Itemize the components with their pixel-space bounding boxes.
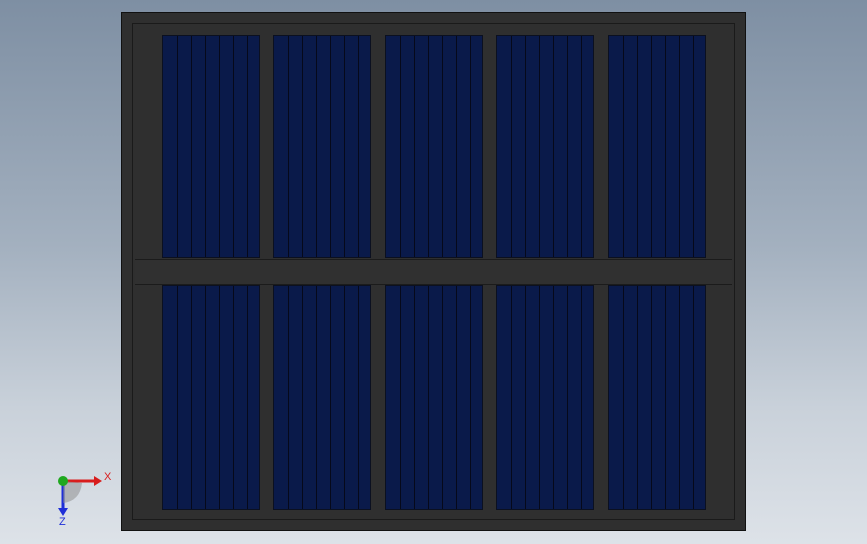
cell-strip-line xyxy=(358,36,359,257)
cell-strip-line xyxy=(637,286,638,509)
graphics-viewport[interactable]: X Z xyxy=(0,0,867,544)
coordinate-triad: X Z xyxy=(58,471,112,528)
cell-strip-line xyxy=(470,36,471,257)
cell-strip-line xyxy=(456,36,457,257)
cell-strip-line xyxy=(288,286,289,509)
cell-strip-line xyxy=(456,286,457,509)
cell-strip-line xyxy=(553,286,554,509)
cell-strip-line xyxy=(665,36,666,257)
cell-strip-line xyxy=(358,286,359,509)
cell-strip-line xyxy=(679,286,680,509)
x-axis-label: X xyxy=(104,471,112,483)
solar-cell[interactable] xyxy=(162,35,260,258)
cell-strip-line xyxy=(205,286,206,509)
cell-strip-line xyxy=(247,36,248,257)
cell-strip-line xyxy=(651,36,652,257)
cell-strip-line xyxy=(693,286,694,509)
cell-strip-line xyxy=(400,286,401,509)
solar-cell[interactable] xyxy=(273,285,371,510)
cell-strip-line xyxy=(330,36,331,257)
panel-center-bar[interactable] xyxy=(135,259,732,285)
cell-strip-line xyxy=(442,36,443,257)
solar-cell[interactable] xyxy=(496,285,594,510)
cell-strip-line xyxy=(567,36,568,257)
cell-strip-line xyxy=(233,36,234,257)
cell-strip-line xyxy=(414,36,415,257)
cell-strip-line xyxy=(177,36,178,257)
solar-cell[interactable] xyxy=(496,35,594,258)
cell-strip-line xyxy=(219,36,220,257)
cell-strip-line xyxy=(581,286,582,509)
solar-cell[interactable] xyxy=(162,285,260,510)
solar-panel-model[interactable] xyxy=(121,12,746,531)
cell-strip-line xyxy=(191,36,192,257)
cell-strip-line xyxy=(191,286,192,509)
cell-strip-line xyxy=(344,286,345,509)
cell-strip-line xyxy=(288,36,289,257)
cell-strip-line xyxy=(316,36,317,257)
cell-strip-line xyxy=(623,36,624,257)
cell-strip-line xyxy=(344,36,345,257)
y-axis-dot-icon xyxy=(58,476,68,486)
cell-strip-line xyxy=(219,286,220,509)
cell-strip-line xyxy=(302,36,303,257)
solar-cell[interactable] xyxy=(608,35,706,258)
solar-cell[interactable] xyxy=(385,285,483,510)
cell-strip-line xyxy=(553,36,554,257)
cell-strip-line xyxy=(679,36,680,257)
cell-strip-line xyxy=(428,36,429,257)
z-axis-label: Z xyxy=(59,516,66,528)
cell-strip-line xyxy=(177,286,178,509)
solar-cell[interactable] xyxy=(273,35,371,258)
cell-strip-line xyxy=(637,36,638,257)
solar-cell[interactable] xyxy=(608,285,706,510)
cell-strip-line xyxy=(205,36,206,257)
cell-strip-line xyxy=(567,286,568,509)
cell-strip-line xyxy=(665,286,666,509)
cell-strip-line xyxy=(414,286,415,509)
cell-strip-line xyxy=(302,286,303,509)
cell-strip-line xyxy=(330,286,331,509)
cell-strip-line xyxy=(470,286,471,509)
cell-strip-line xyxy=(651,286,652,509)
cell-strip-line xyxy=(525,286,526,509)
cell-strip-line xyxy=(428,286,429,509)
cell-strip-line xyxy=(539,286,540,509)
cell-strip-line xyxy=(511,36,512,257)
cell-strip-line xyxy=(400,36,401,257)
cell-strip-line xyxy=(623,286,624,509)
cell-strip-line xyxy=(233,286,234,509)
cell-strip-line xyxy=(316,286,317,509)
solar-cell[interactable] xyxy=(385,35,483,258)
cell-strip-line xyxy=(693,36,694,257)
cell-strip-line xyxy=(511,286,512,509)
cell-strip-line xyxy=(525,36,526,257)
cell-strip-line xyxy=(442,286,443,509)
cell-strip-line xyxy=(247,286,248,509)
cell-strip-line xyxy=(539,36,540,257)
cell-strip-line xyxy=(581,36,582,257)
